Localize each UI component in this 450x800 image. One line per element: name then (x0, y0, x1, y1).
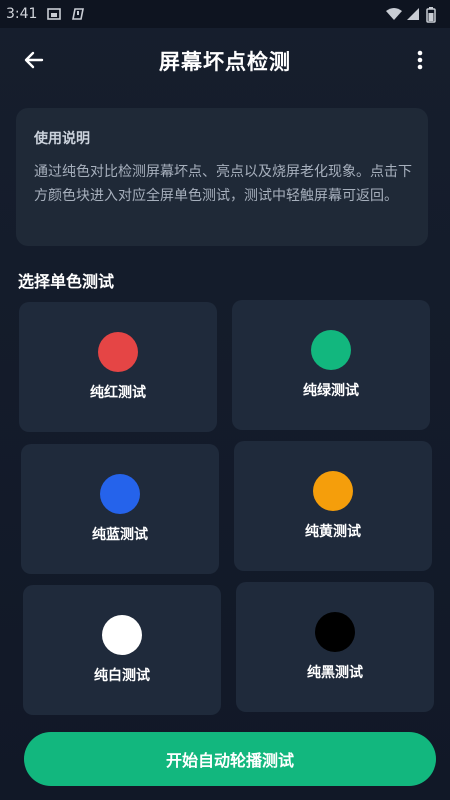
tile-yellow-test[interactable]: 纯黄测试 (234, 441, 432, 571)
screen: 3:41 屏幕坏点检测 使用说明 通过纯色对比检测屏幕坏点、亮点以及烧屏老化现象… (0, 0, 450, 800)
tile-blue-test[interactable]: 纯蓝测试 (21, 444, 219, 574)
wifi-icon (386, 7, 402, 21)
alert-icon (71, 7, 85, 21)
tile-black-test[interactable]: 纯黑测试 (236, 582, 434, 712)
white-swatch (102, 615, 142, 655)
tile-label: 纯红测试 (90, 385, 146, 401)
tile-red-test[interactable]: 纯红测试 (19, 302, 217, 432)
tile-label: 纯黄测试 (305, 524, 361, 540)
instructions-card: 使用说明 通过纯色对比检测屏幕坏点、亮点以及烧屏老化现象。点击下方颜色块进入对应… (16, 108, 428, 246)
signal-icon (406, 7, 420, 21)
tile-green-test[interactable]: 纯绿测试 (232, 300, 430, 430)
tile-label: 纯黑测试 (307, 665, 363, 681)
yellow-swatch (313, 471, 353, 511)
app-toolbar: 屏幕坏点检测 (0, 28, 450, 94)
more-options-button[interactable] (404, 44, 436, 80)
start-auto-cycle-button[interactable]: 开始自动轮播测试 (24, 732, 436, 786)
tile-label: 纯蓝测试 (92, 527, 148, 543)
page-title: 屏幕坏点检测 (159, 50, 291, 74)
battery-icon (426, 7, 440, 23)
tile-white-test[interactable]: 纯白测试 (23, 585, 221, 715)
red-swatch (98, 332, 138, 372)
blue-swatch (100, 474, 140, 514)
tile-label: 纯白测试 (94, 668, 150, 684)
status-bar: 3:41 (0, 0, 450, 28)
instructions-body: 通过纯色对比检测屏幕坏点、亮点以及烧屏老化现象。点击下方颜色块进入对应全屏单色测… (34, 164, 412, 204)
section-title: 选择单色测试 (18, 272, 115, 291)
more-vertical-icon (417, 50, 423, 74)
black-swatch (315, 612, 355, 652)
image-icon (47, 7, 62, 21)
green-swatch (311, 330, 351, 370)
start-button-label: 开始自动轮播测试 (165, 751, 294, 770)
instructions-title: 使用说明 (34, 131, 90, 147)
tile-label: 纯绿测试 (303, 383, 359, 399)
status-time: 3:41 (6, 6, 38, 22)
